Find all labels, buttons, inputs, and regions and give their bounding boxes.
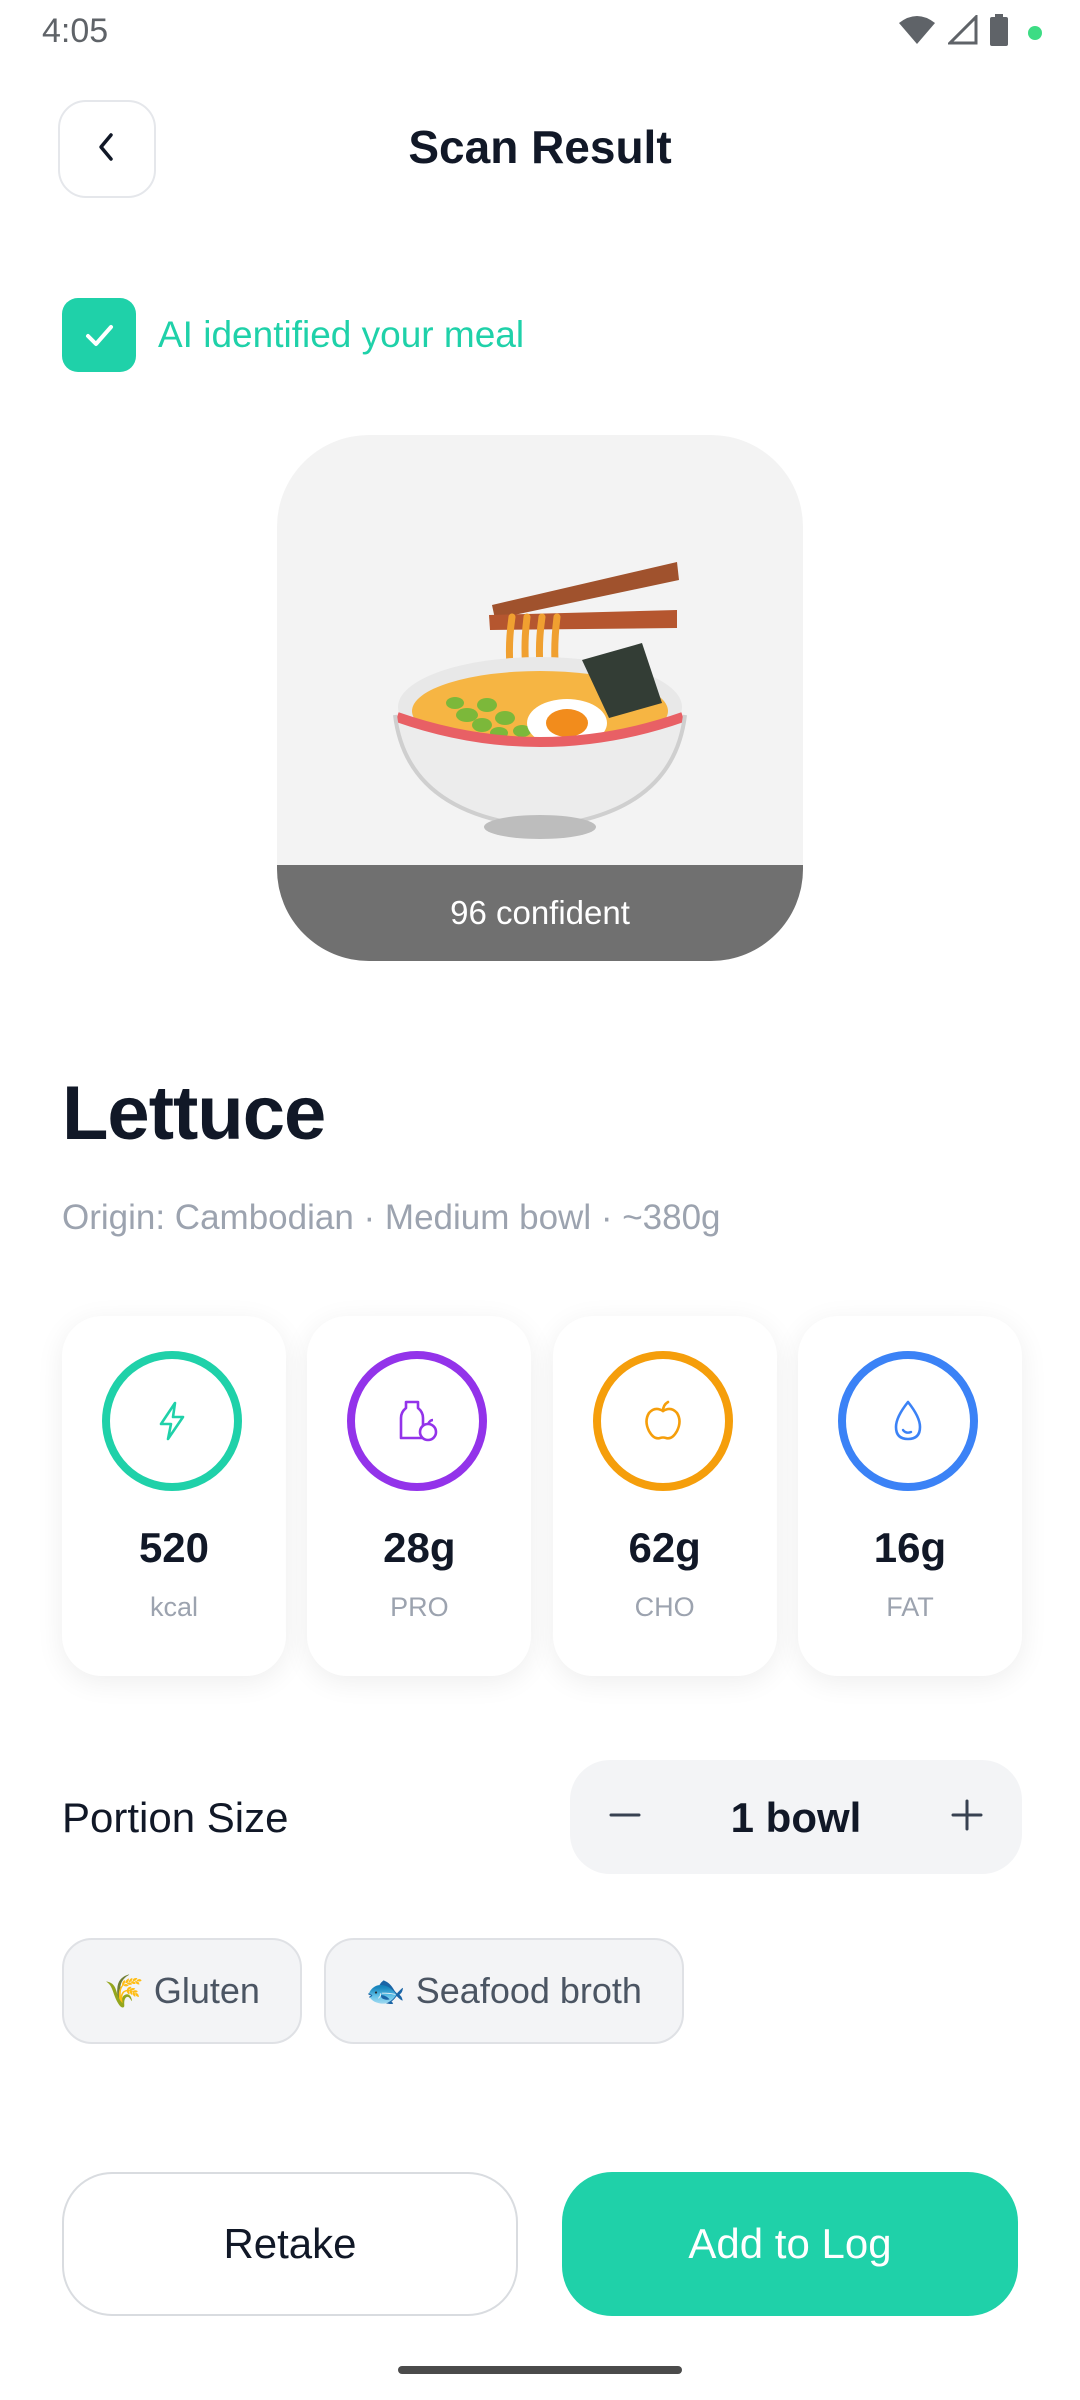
macros-row: 520 kcal 28g PRO 62g CHO 16g FAT xyxy=(62,1316,1022,1676)
wifi-icon xyxy=(898,15,936,50)
plus-icon xyxy=(949,1797,985,1838)
macro-value: 16g xyxy=(873,1524,947,1571)
macro-unit: kcal xyxy=(149,1592,198,1622)
tag-gluten[interactable]: 🌾 Gluten xyxy=(62,1938,302,2044)
home-indicator[interactable] xyxy=(398,2366,682,2374)
macro-card-calories: 520 kcal xyxy=(62,1316,286,1676)
meal-image-card: 96 confident xyxy=(277,435,803,961)
macro-value: 28g xyxy=(383,1524,456,1571)
fish-icon: 🐟 xyxy=(365,1973,406,2009)
cellular-icon xyxy=(946,13,978,50)
portion-value: 1 bowl xyxy=(730,1794,862,1841)
macro-unit: FAT xyxy=(886,1592,934,1622)
ai-identified-text: AI identified your meal xyxy=(158,314,525,355)
confidence-label: 96 confident xyxy=(277,865,803,961)
tag-label: Gluten xyxy=(153,1970,260,2011)
apple-icon xyxy=(592,1351,733,1491)
minus-icon xyxy=(607,1797,643,1838)
status-icons xyxy=(898,13,1042,51)
increase-portion-button[interactable] xyxy=(912,1760,1022,1874)
battery-icon xyxy=(990,14,1008,51)
allergen-tags: 🌾 Gluten 🐟 Seafood broth xyxy=(62,1938,684,2044)
meal-meta: Origin: Cambodian · Medium bowl · ~380g xyxy=(62,1198,721,1237)
status-time: 4:05 xyxy=(42,12,109,50)
macro-card-fat: 16g FAT xyxy=(797,1316,1022,1676)
macro-unit: PRO xyxy=(390,1592,449,1622)
page-title: Scan Result xyxy=(408,121,672,173)
wheat-icon: 🌾 xyxy=(104,1973,144,2009)
meal-name: Lettuce xyxy=(62,1071,326,1156)
header: Scan Result xyxy=(0,100,1080,200)
droplet-icon xyxy=(837,1351,978,1491)
macro-value: 62g xyxy=(628,1524,701,1571)
retake-button[interactable]: Retake xyxy=(62,2172,518,2316)
portion-size-label: Portion Size xyxy=(62,1794,289,1841)
protein-bottle-icon xyxy=(347,1351,488,1491)
add-to-log-button[interactable]: Add to Log xyxy=(562,2172,1018,2316)
decrease-portion-button[interactable] xyxy=(570,1760,680,1874)
tag-label: Seafood broth xyxy=(415,1970,642,2011)
privacy-dot-icon xyxy=(1028,25,1042,40)
macro-card-protein: 28g PRO xyxy=(307,1316,532,1676)
macro-card-carbs: 62g CHO xyxy=(552,1316,777,1676)
macro-unit: CHO xyxy=(634,1592,695,1622)
ramen-bowl-icon xyxy=(277,435,803,865)
macro-value: 520 xyxy=(138,1524,210,1571)
lightning-icon xyxy=(102,1351,242,1491)
ai-identified-banner: AI identified your meal xyxy=(62,298,524,372)
portion-stepper: 1 bowl xyxy=(570,1760,1022,1874)
status-bar: 4:05 xyxy=(0,0,1080,62)
tag-seafood-broth[interactable]: 🐟 Seafood broth xyxy=(323,1938,684,2044)
check-icon xyxy=(62,298,136,372)
